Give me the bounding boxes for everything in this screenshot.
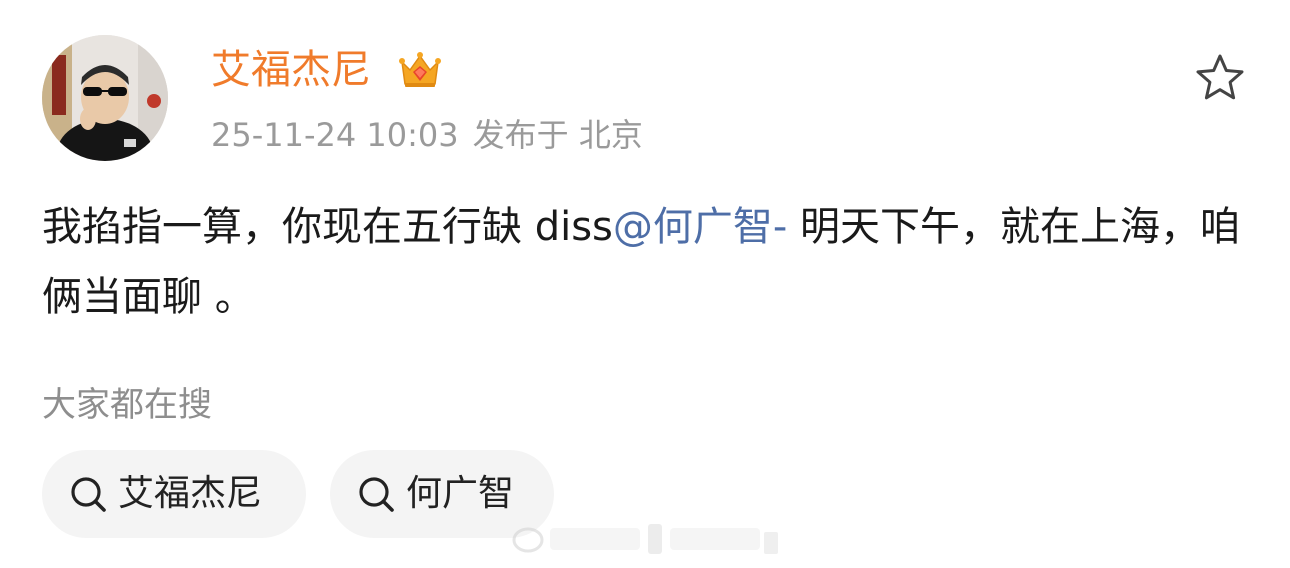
post-location: 发布于 北京 — [472, 116, 643, 154]
search-icon — [71, 477, 106, 512]
post-text: 我掐指一算，你现在五行缺 diss@何广智- 明天下午，就在上海，咱俩当面聊 。 — [42, 192, 1252, 332]
watermark-logo — [512, 524, 778, 554]
trending-search-label: 大家都在搜 — [42, 385, 212, 425]
post-text-part1: 我掐指一算，你现在五行缺 diss — [42, 204, 613, 250]
star-icon[interactable] — [1192, 50, 1248, 106]
search-chip-label: 何广智 — [406, 473, 515, 514]
post-meta: 25-11-24 10:03 发布于 北京 — [211, 112, 643, 158]
crown-icon — [399, 52, 441, 87]
search-chip[interactable]: 艾福杰尼 — [42, 450, 306, 538]
username[interactable]: 艾福杰尼 — [211, 42, 371, 98]
post-timestamp: 25-11-24 10:03 — [211, 116, 459, 154]
search-icon — [359, 477, 394, 512]
avatar[interactable] — [42, 35, 168, 161]
search-chip-label: 艾福杰尼 — [118, 473, 263, 514]
mention-link[interactable]: @何广智- — [613, 204, 787, 250]
